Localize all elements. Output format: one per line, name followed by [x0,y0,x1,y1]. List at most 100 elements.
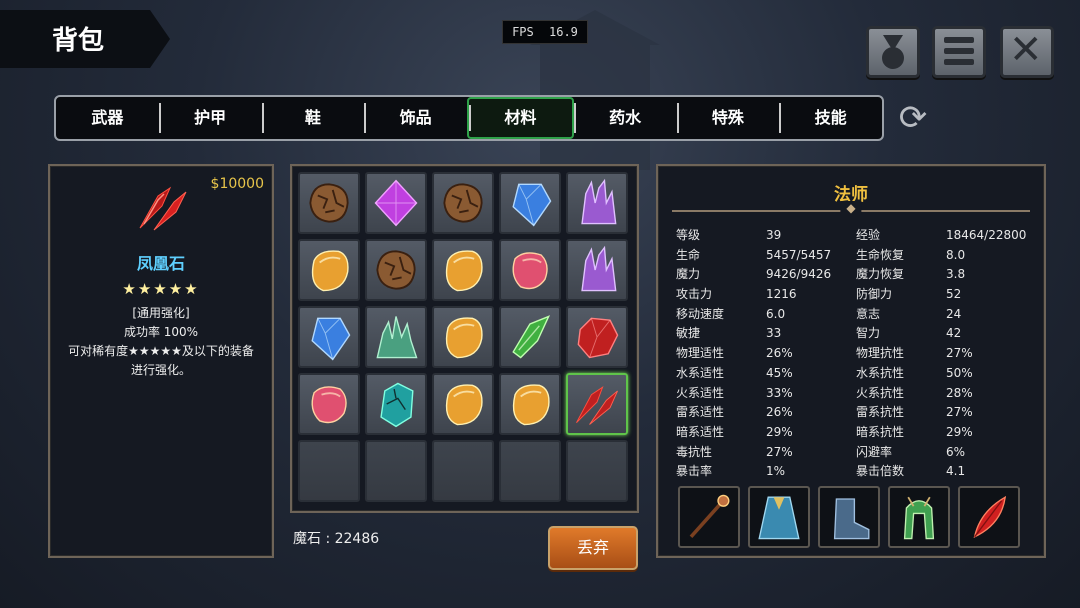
stat-label: 攻击力 [676,287,713,302]
inventory-slot[interactable] [432,239,494,301]
inventory-slot[interactable] [499,306,561,368]
inventory-slot[interactable] [298,239,360,301]
category-tabs: 武器 护甲 鞋 饰品 材料 药水 特殊 技能 [54,95,884,141]
inventory-slot-empty[interactable] [432,440,494,502]
stat-value: 27% [766,444,793,459]
menu-button[interactable] [932,26,986,78]
item-rarity-stars: ★★★★★ [122,280,200,298]
stat-value: 52 [946,287,962,302]
equipment-slot[interactable] [818,486,880,548]
purple-diamond-icon [374,179,418,227]
inventory-slot-empty[interactable] [566,440,628,502]
equipment-slot[interactable] [678,486,740,548]
inventory-slot[interactable] [499,172,561,234]
refresh-icon: ⟳ [898,98,928,138]
page-title: 背包 [52,26,105,56]
inventory-slot[interactable] [432,373,494,435]
red-ruby-icon [577,317,619,359]
inventory-slot[interactable] [298,306,360,368]
stat-value: 29% [946,424,973,439]
tab-armor[interactable]: 护甲 [158,97,262,139]
stat-label: 防御力 [856,287,893,302]
close-icon: ✕ [1009,27,1043,73]
rose-gem-icon [512,252,548,290]
brown-rock-icon [376,250,416,290]
inventory-grid [298,172,628,502]
stat-value: 33% [766,385,793,400]
inventory-panel [290,164,639,513]
stat-value: 27% [946,346,973,361]
stat-row: 等级 39 经验 18464/22800 [676,226,1036,246]
fps-counter: FPS 16.9 [502,20,588,44]
drop-button[interactable]: 丢弃 [548,526,638,570]
amber-gem-icon [445,384,483,426]
stat-row: 移动速度 6.0 意志 24 [676,305,1036,325]
tab-skill[interactable]: 技能 [779,97,882,139]
tab-special[interactable]: 特殊 [676,97,780,139]
stat-value: 1% [766,464,786,479]
inventory-slot[interactable] [432,306,494,368]
tab-weapon[interactable]: 武器 [56,97,159,139]
inventory-slot[interactable] [365,239,427,301]
stat-row: 暗系适性 29% 暗系抗性 29% [676,423,1036,443]
stat-label: 暗系适性 [676,424,725,439]
stat-label: 暴击率 [676,464,713,479]
item-description: [通用强化] 成功率 100% 可对稀有度★★★★★及以下的装备 进行强化。 [56,304,266,380]
robe-icon [758,496,800,540]
inventory-slot[interactable] [365,373,427,435]
stat-label: 物理抗性 [856,346,905,361]
stat-row: 火系适性 33% 火系抗性 28% [676,384,1036,404]
stat-label: 暗系抗性 [856,424,905,439]
magic-stone-count: 魔石 : 22486 [293,531,380,547]
stat-value: 50% [946,365,973,380]
stat-row: 物理适性 26% 物理抗性 27% [676,344,1036,364]
inventory-slot[interactable] [432,172,494,234]
inventory-slot[interactable] [365,306,427,368]
inventory-slot[interactable] [499,373,561,435]
inventory-slot-empty[interactable] [365,440,427,502]
stat-value: 6% [946,444,966,459]
boots-icon [833,498,870,540]
stat-label: 移动速度 [676,306,725,321]
equipment-slot[interactable] [748,486,810,548]
tab-shoes[interactable]: 鞋 [261,97,365,139]
stat-value: 3.8 [946,267,966,282]
tab-accessory[interactable]: 饰品 [364,97,467,139]
stat-value: 28% [946,385,973,400]
inventory-slot[interactable] [298,172,360,234]
inventory-slot[interactable] [566,373,628,435]
inventory-slot[interactable] [566,239,628,301]
phoenix-stone-icon [576,386,618,425]
stat-label: 敏捷 [676,326,701,341]
inventory-slot[interactable] [499,239,561,301]
inventory-slot[interactable] [566,172,628,234]
stat-label: 闪避率 [856,444,893,459]
refresh-button[interactable]: ⟳ [895,100,931,136]
inventory-slot-empty[interactable] [298,440,360,502]
stat-label: 魔力 [676,267,701,282]
inventory-slot[interactable] [566,306,628,368]
stat-label: 魔力恢复 [856,267,905,282]
hood-icon [903,496,935,540]
medal-button[interactable] [866,26,920,78]
tab-potion[interactable]: 药水 [573,97,677,139]
tab-material[interactable]: 材料 [467,97,574,139]
fps-value: 16.9 [549,25,578,39]
stat-value: 8.0 [946,247,966,262]
inventory-slot[interactable] [298,373,360,435]
stat-row: 暴击率 1% 暴击倍数 4.1 [676,462,1036,482]
equipment-slot[interactable] [888,486,950,548]
stat-row: 敏捷 33 智力 42 [676,324,1036,344]
stat-label: 暴击倍数 [856,464,905,479]
equipment-slot[interactable] [958,486,1020,548]
stat-label: 智力 [856,326,881,341]
close-button[interactable]: ✕ [1000,26,1054,78]
stat-value: 6.0 [766,306,786,321]
desc-line: 可对稀有度★★★★★及以下的装备 [68,344,254,358]
stat-label: 等级 [676,228,701,242]
inventory-slot[interactable] [365,172,427,234]
divider [672,210,1030,212]
inventory-slot-empty[interactable] [499,440,561,502]
item-price: $10000 [210,176,264,192]
brown-rock-icon [309,183,349,223]
